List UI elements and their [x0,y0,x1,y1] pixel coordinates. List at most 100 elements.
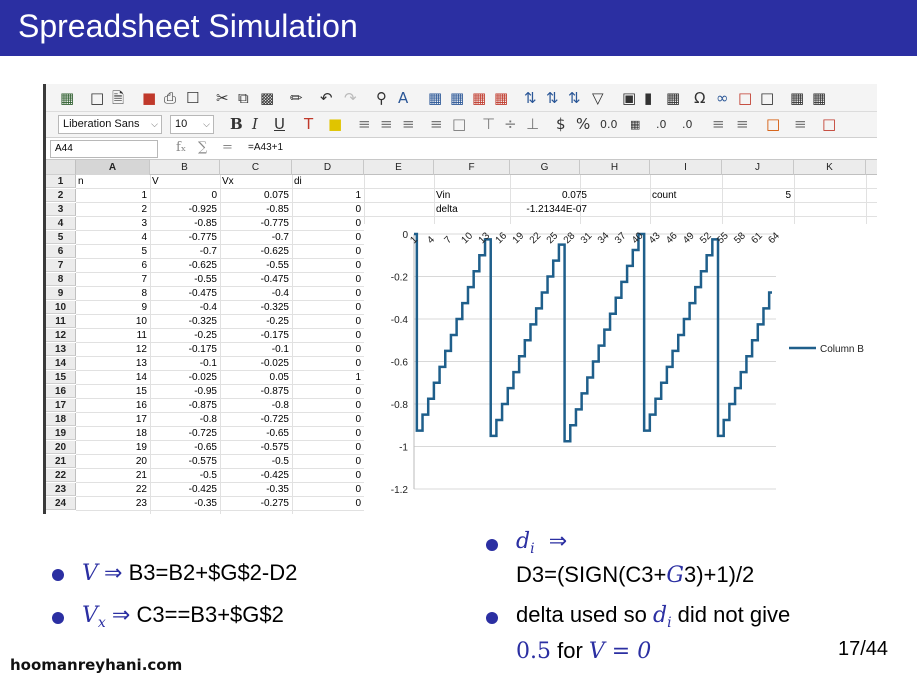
cell[interactable]: -0.425 [150,483,220,496]
borders-icon[interactable]: □ [766,114,780,134]
row-header[interactable]: 10 [46,301,76,314]
align-center-icon[interactable]: ≡ [380,114,393,134]
cell[interactable]: 14 [76,371,150,384]
italic-icon[interactable]: I [252,114,258,134]
cell[interactable]: 0.05 [220,371,292,384]
delete-decimal-icon[interactable]: .0 [682,115,693,135]
cell[interactable]: V [150,175,220,188]
cell[interactable]: -0.1 [150,357,220,370]
cell[interactable]: 0 [292,203,364,216]
cell[interactable]: 5 [76,245,150,258]
cell[interactable]: 0 [292,497,364,510]
cell[interactable]: 3 [76,217,150,230]
sort-icon[interactable]: ⇅ [524,88,537,108]
cell[interactable]: -0.625 [150,259,220,272]
redo-icon[interactable]: ↷ [344,88,357,108]
paste-icon[interactable]: ▩ [260,88,274,108]
column-header[interactable]: A [76,160,150,175]
row-header[interactable]: 1 [46,175,76,188]
cell[interactable]: 0 [292,483,364,496]
cell[interactable]: -0.35 [150,497,220,510]
split-window-icon[interactable]: ▦ [812,88,826,108]
row-header[interactable]: 24 [46,497,76,510]
cell[interactable]: 0 [292,217,364,230]
number-format-icon[interactable]: 0.0 [600,115,618,135]
special-character-icon[interactable]: Ω [694,88,705,108]
row-header[interactable]: 3 [46,203,76,216]
font-color-icon[interactable]: T [304,114,313,134]
line-chart[interactable]: 0 -0.2 -0.4 -0.6 -0.8 -1 -1.2 1 4 7 10 13 16 19 22 25 28… [364,224,877,514]
underline-icon[interactable]: U [274,114,285,134]
freeze-rows-icon[interactable]: ▦ [790,88,804,108]
cell[interactable]: 1 [76,189,150,202]
cell[interactable]: 0 [292,455,364,468]
cell[interactable]: -0.8 [150,413,220,426]
chart-icon[interactable]: ▮ [644,88,652,108]
new-document-icon[interactable]: □ [90,88,104,108]
row-header[interactable]: 14 [46,357,76,370]
row-header[interactable]: 16 [46,385,76,398]
row-header[interactable]: 11 [46,315,76,328]
row-header[interactable]: 7 [46,259,76,272]
merge-cells-icon[interactable]: □ [452,114,466,134]
cell[interactable]: -0.425 [220,469,292,482]
cell[interactable]: 10 [76,315,150,328]
currency-icon[interactable]: $ [556,114,566,134]
cell[interactable]: 0.075 [510,189,590,202]
column-header[interactable]: H [580,160,650,175]
cell[interactable]: 13 [76,357,150,370]
cell[interactable]: -0.325 [220,301,292,314]
cell[interactable]: 0 [292,357,364,370]
cell[interactable]: -0.25 [150,329,220,342]
cell[interactable]: 18 [76,427,150,440]
cell[interactable]: -0.925 [150,203,220,216]
cell[interactable]: 0 [292,343,364,356]
clone-formatting-icon[interactable]: ✏ [290,88,303,108]
row-header[interactable]: 17 [46,399,76,412]
cell[interactable]: 7 [76,273,150,286]
column-header[interactable]: E [364,160,434,175]
pivot-table-icon[interactable]: ▦ [666,88,680,108]
cell[interactable]: 16 [76,399,150,412]
cell[interactable]: -0.175 [150,343,220,356]
select-all-corner[interactable] [46,160,76,175]
cell[interactable]: di [292,175,364,188]
cell[interactable]: 5 [722,189,794,202]
column-header[interactable]: K [794,160,866,175]
cell[interactable]: 4 [76,231,150,244]
sort-descending-icon[interactable]: ⇅ [568,88,581,108]
cell[interactable]: 0.075 [220,189,292,202]
cell[interactable]: -0.475 [220,273,292,286]
cell[interactable]: -0.5 [150,469,220,482]
cell[interactable]: -0.1 [220,343,292,356]
cell[interactable]: -0.55 [220,259,292,272]
decrease-indent-icon[interactable]: ≡ [736,114,749,134]
percent-icon[interactable]: % [576,114,590,134]
cell[interactable]: 23 [76,497,150,510]
cell[interactable]: -0.575 [220,441,292,454]
cell[interactable]: 9 [76,301,150,314]
cell[interactable]: 0 [292,427,364,440]
cell[interactable]: 0 [292,399,364,412]
formula-input[interactable]: =A43+1 [248,142,283,153]
cell[interactable]: 0 [292,315,364,328]
increase-indent-icon[interactable]: ≡ [712,114,725,134]
column-header[interactable]: F [434,160,510,175]
cell[interactable]: -0.5 [220,455,292,468]
align-top-icon[interactable]: ⊤ [482,114,495,134]
row-header[interactable]: 23 [46,483,76,496]
column-header[interactable]: C [220,160,292,175]
cell[interactable]: -0.85 [220,203,292,216]
cell[interactable]: -0.95 [150,385,220,398]
column-header[interactable]: B [150,160,220,175]
column-header[interactable]: J [722,160,794,175]
cell[interactable]: delta [434,203,510,216]
cell[interactable]: 1 [292,189,364,202]
cell[interactable]: 11 [76,329,150,342]
cell[interactable]: -0.875 [220,385,292,398]
autofilter-icon[interactable]: ▽ [592,88,604,108]
formula-icon[interactable]: = [222,140,233,155]
row-header[interactable]: 2 [46,189,76,202]
row-header[interactable]: 15 [46,371,76,384]
cell[interactable]: 0 [292,231,364,244]
